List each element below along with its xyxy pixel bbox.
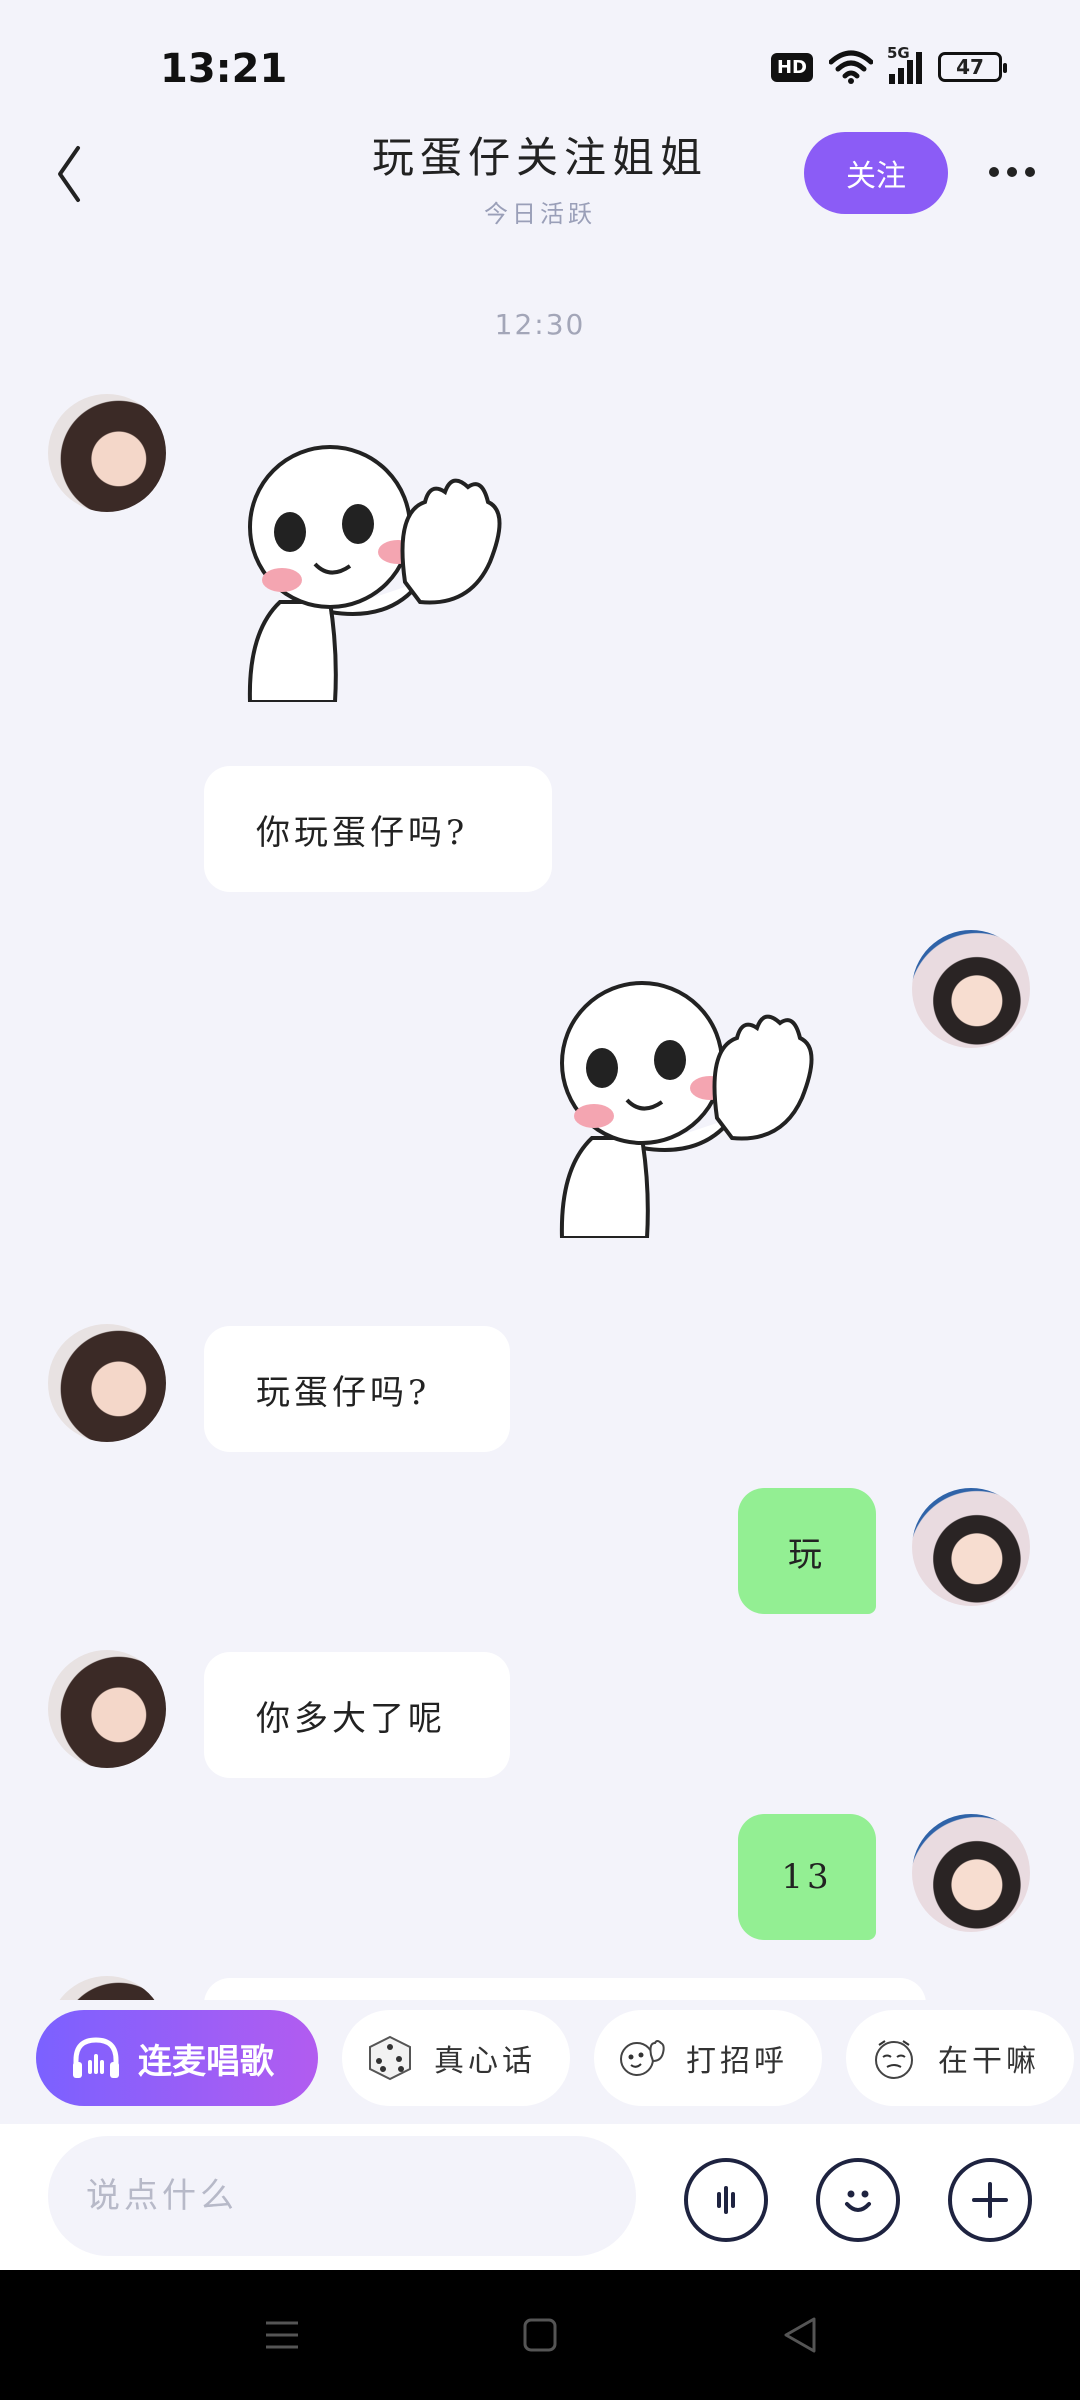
waving-face-icon <box>616 2032 668 2084</box>
hd-badge: HD <box>770 52 813 82</box>
contact-avatar[interactable] <box>48 1324 166 1442</box>
karaoke-label: 连麦唱歌 <box>138 2041 274 2082</box>
quick-action-bar: 连麦唱歌 真心话 打招呼 在干嘛 <box>0 2000 1080 2124</box>
home-square-icon <box>523 2318 557 2352</box>
truth-label: 真心话 <box>434 2044 536 2079</box>
voice-button[interactable] <box>684 2158 768 2242</box>
more-dot-icon <box>1007 167 1017 177</box>
self-avatar[interactable] <box>912 1488 1030 1606</box>
system-navigation-bar <box>0 2270 1080 2400</box>
smiley-icon <box>845 2190 871 2212</box>
recent-apps-button[interactable] <box>252 2310 312 2360</box>
incoming-message-bubble[interactable]: 玩蛋仔吗? <box>204 1326 510 1452</box>
incoming-message-bubble[interactable]: 你玩蛋仔吗? <box>204 766 552 892</box>
waving-man-sticker[interactable] <box>220 432 540 702</box>
headphones-icon <box>73 2037 119 2078</box>
menu-icon <box>266 2321 298 2349</box>
incoming-message-bubble[interactable]: 你多大了呢 <box>204 1652 510 1778</box>
cellular-signal-icon: 5G <box>887 44 922 84</box>
status-time: 13:21 <box>160 46 288 92</box>
outgoing-message-bubble[interactable]: 13 <box>738 1814 876 1940</box>
outgoing-message-bubble[interactable]: 玩 <box>738 1488 876 1614</box>
follow-button[interactable]: 关注 <box>804 132 948 214</box>
truth-button[interactable]: 真心话 <box>342 2010 570 2106</box>
greet-label: 打招呼 <box>686 2044 788 2079</box>
message-text: 玩蛋仔吗? <box>256 1372 431 1413</box>
self-avatar[interactable] <box>912 930 1030 1048</box>
home-button[interactable] <box>510 2310 570 2360</box>
dice-icon <box>364 2032 416 2084</box>
message-input-area <box>0 2124 1080 2270</box>
karaoke-button[interactable]: 连麦唱歌 <box>36 2010 318 2106</box>
waving-man-sticker[interactable] <box>532 968 852 1238</box>
doing-button[interactable]: 在干嘛 <box>846 2010 1074 2106</box>
doing-label: 在干嘛 <box>938 2044 1040 2079</box>
status-bar: 13:21 HD 5G 47 <box>0 0 1080 130</box>
contact-avatar[interactable] <box>48 394 166 512</box>
battery-level: 47 <box>956 55 984 79</box>
battery-icon: 47 <box>938 52 1007 82</box>
message-text: 玩 <box>788 1534 826 1575</box>
emoji-button[interactable] <box>816 2158 900 2242</box>
more-options-button[interactable] <box>982 150 1042 194</box>
add-button[interactable] <box>948 2158 1032 2242</box>
message-text: 你多大了呢 <box>256 1698 446 1739</box>
more-dot-icon <box>1025 167 1035 177</box>
message-input[interactable] <box>48 2136 636 2256</box>
network-type-label: 5G <box>887 44 910 62</box>
more-dot-icon <box>989 167 999 177</box>
message-timestamp: 12:30 <box>494 308 586 341</box>
system-back-button[interactable] <box>770 2310 830 2360</box>
back-triangle-icon <box>784 2317 816 2353</box>
wifi-icon <box>829 50 873 84</box>
greet-button[interactable]: 打招呼 <box>594 2010 822 2106</box>
message-text: 13 <box>781 1857 833 1897</box>
plus-icon <box>972 2182 1008 2218</box>
status-icons: HD 5G 47 <box>770 44 1007 84</box>
contact-avatar[interactable] <box>48 1650 166 1768</box>
self-avatar[interactable] <box>912 1814 1030 1932</box>
message-text: 你玩蛋仔吗? <box>256 812 469 853</box>
sleepy-face-icon <box>868 2032 920 2084</box>
voice-wave-icon <box>717 2186 735 2214</box>
